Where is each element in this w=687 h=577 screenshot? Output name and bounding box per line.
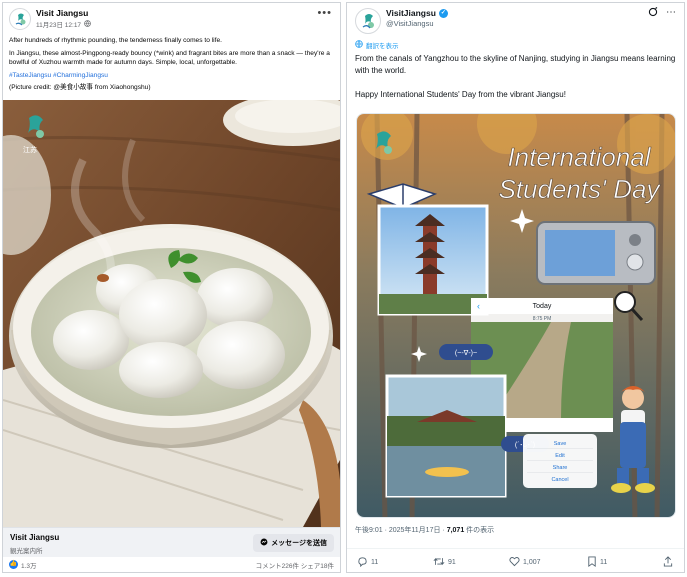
menu-item-edit: Edit	[555, 453, 565, 459]
reply-button[interactable]: 11	[357, 556, 378, 569]
display-name-text: VisitJiangsu	[386, 8, 436, 18]
meatball-soup-illustration: 江苏	[3, 100, 340, 527]
bookmark-icon	[587, 556, 597, 569]
action-bar: 11 91 1,007 11	[347, 548, 684, 572]
share-button[interactable]	[663, 556, 673, 569]
menu-item-save: Save	[554, 441, 567, 447]
heart-icon	[509, 556, 520, 569]
post-text-line1: From the canals of Yangzhou to the skyli…	[355, 54, 676, 75]
image-title-line2: Students' Day	[498, 174, 661, 204]
header-actions: ⋯	[648, 7, 676, 20]
repost-button[interactable]: 91	[433, 556, 456, 569]
visit-jiangsu-logo	[15, 13, 26, 26]
like-button[interactable]: 1,007	[509, 556, 541, 569]
footer-page-name[interactable]: Visit Jiangsu	[10, 533, 59, 542]
more-options-icon[interactable]: ⋯	[666, 7, 676, 20]
display-name[interactable]: VisitJiangsu ✓	[386, 8, 448, 18]
share-icon	[663, 556, 673, 569]
post-timestamp[interactable]: 11月23日 12:17	[36, 19, 81, 29]
visit-jiangsu-logo	[362, 14, 374, 29]
repost-count: 91	[448, 559, 456, 566]
post-hashtags[interactable]: #TasteJiangsu #CharmingJiangsu	[9, 71, 337, 81]
like-icon[interactable]: 👍	[9, 560, 18, 569]
post-timestamp[interactable]: 午後9:01 · 2025年11月17日 · 7,071 件の表示	[355, 525, 494, 535]
bookmark-button[interactable]: 11	[587, 556, 607, 569]
verified-badge-icon: ✓	[438, 8, 448, 18]
svg-text:江苏: 江苏	[23, 145, 37, 154]
post-credit: (Picture credit: @美食小故事 from Xiaohongshu…	[9, 84, 151, 92]
view-suffix: 件の表示	[464, 527, 495, 534]
globe-icon	[84, 19, 91, 29]
translate-icon	[355, 40, 363, 50]
view-count: 7,071	[446, 527, 465, 534]
share-menu: Save Edit Share Cancel	[523, 434, 597, 488]
reaction-bar: 👍 1.3万 コメント226件 シェア18件	[3, 558, 340, 572]
post-text-line2: Happy International Students' Day from t…	[355, 90, 566, 99]
post-meta: 11月23日 12:17	[36, 19, 91, 29]
translate-label: 翻訳を表示	[366, 43, 399, 50]
comment-share-counts[interactable]: コメント226件 シェア18件	[256, 560, 334, 570]
page-avatar[interactable]	[9, 8, 31, 30]
send-message-label: メッセージを送信	[271, 540, 327, 547]
post-text: From the canals of Yangzhou to the skyli…	[355, 53, 679, 113]
emoticon-bubble-1: (~-∇-)~	[455, 349, 477, 357]
phone-today-label: Today	[533, 303, 552, 310]
reply-icon	[357, 556, 368, 569]
grok-icon[interactable]	[648, 7, 658, 20]
post-time-text: 午後9:01 · 2025年11月17日 ·	[355, 527, 447, 534]
footer-page-category: 観光案内所	[10, 548, 43, 555]
like-count[interactable]: 1.3万	[21, 560, 37, 570]
menu-item-share: Share	[553, 465, 568, 471]
page-name[interactable]: Visit Jiangsu	[36, 8, 88, 18]
post-header: Visit Jiangsu 11月23日 12:17 •••	[3, 3, 340, 33]
menu-item-cancel: Cancel	[551, 477, 568, 483]
send-message-button[interactable]: メッセージを送信	[253, 534, 334, 552]
phone-time-label: 8:75 PM	[533, 316, 552, 322]
user-handle[interactable]: @VisitJiangsu	[386, 19, 434, 28]
profile-avatar[interactable]	[355, 8, 381, 34]
bookmark-count: 11	[600, 559, 608, 566]
x-post: VisitJiangsu ✓ @VisitJiangsu ⋯ 翻訳を表示 Fro…	[346, 2, 685, 573]
post-photo-students-day[interactable]: International Students' Day Today ‹ 8:75…	[356, 113, 676, 518]
repost-icon	[433, 556, 445, 569]
messenger-icon	[260, 538, 268, 548]
reply-count: 11	[371, 559, 379, 566]
svg-text:‹: ‹	[477, 301, 480, 311]
like-count: 1,007	[523, 559, 541, 566]
post-text-line1: After hundreds of rhythmic pounding, the…	[9, 37, 222, 44]
translate-link[interactable]: 翻訳を表示	[355, 40, 399, 50]
international-students-day-illustration: International Students' Day Today ‹ 8:75…	[357, 114, 675, 517]
facebook-post: Visit Jiangsu 11月23日 12:17 ••• After hun…	[2, 2, 341, 573]
post-text-line2: In Jiangsu, these almost-Pingpong-ready …	[9, 49, 330, 67]
more-options-icon[interactable]: •••	[317, 7, 332, 19]
post-text: After hundreds of rhythmic pounding, the…	[9, 36, 337, 96]
image-title-line1: International	[507, 142, 651, 172]
page-footer: Visit Jiangsu 観光案内所 メッセージを送信	[3, 527, 340, 557]
post-photo-meatballs[interactable]: 江苏	[3, 100, 340, 527]
